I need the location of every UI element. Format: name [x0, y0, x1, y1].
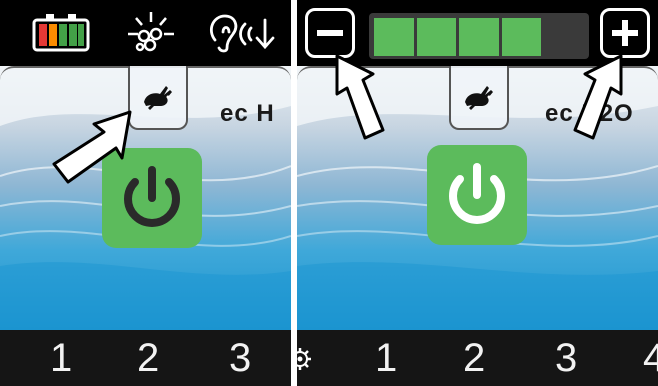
zone-2[interactable]: 2 [463, 334, 485, 382]
battery-icon [32, 14, 90, 52]
zone-4[interactable]: 4 [643, 334, 658, 382]
zone-2[interactable]: 2 [137, 334, 159, 382]
power-button[interactable] [427, 145, 527, 245]
minus-icon [317, 30, 343, 36]
plus-button[interactable] [600, 8, 650, 58]
pointer-arrow [573, 54, 623, 140]
pointer-arrow [335, 54, 385, 140]
minus-button[interactable] [305, 8, 355, 58]
brand-text: ec H [220, 100, 275, 127]
scrub-brush-icon [128, 12, 174, 52]
zone-1[interactable]: 1 [50, 334, 72, 382]
zone-3[interactable]: 3 [555, 334, 577, 382]
audio-icon [210, 14, 275, 53]
right-panel: ec H2O 1 2 3 4 [297, 0, 658, 386]
level-segment [501, 18, 542, 56]
status-bar [0, 0, 291, 66]
level-segment [459, 18, 499, 56]
settings-gear-icon[interactable] [297, 346, 313, 372]
zone-3[interactable]: 3 [229, 334, 251, 382]
level-meter [369, 13, 589, 59]
pointer-arrow [52, 110, 132, 184]
rabbit-icon [144, 86, 172, 110]
plus-icon [612, 20, 638, 46]
level-segment [416, 18, 457, 56]
left-panel: ec H 1 2 3 [0, 0, 291, 386]
zone-bar: 1 2 3 [0, 330, 291, 386]
power-icon [449, 163, 505, 224]
level-segment [544, 18, 584, 56]
zone-bar: 1 2 3 4 [297, 330, 658, 386]
level-segment [374, 18, 414, 56]
zone-1[interactable]: 1 [375, 334, 397, 382]
mode-tab[interactable] [449, 66, 509, 130]
rabbit-icon [465, 86, 493, 110]
